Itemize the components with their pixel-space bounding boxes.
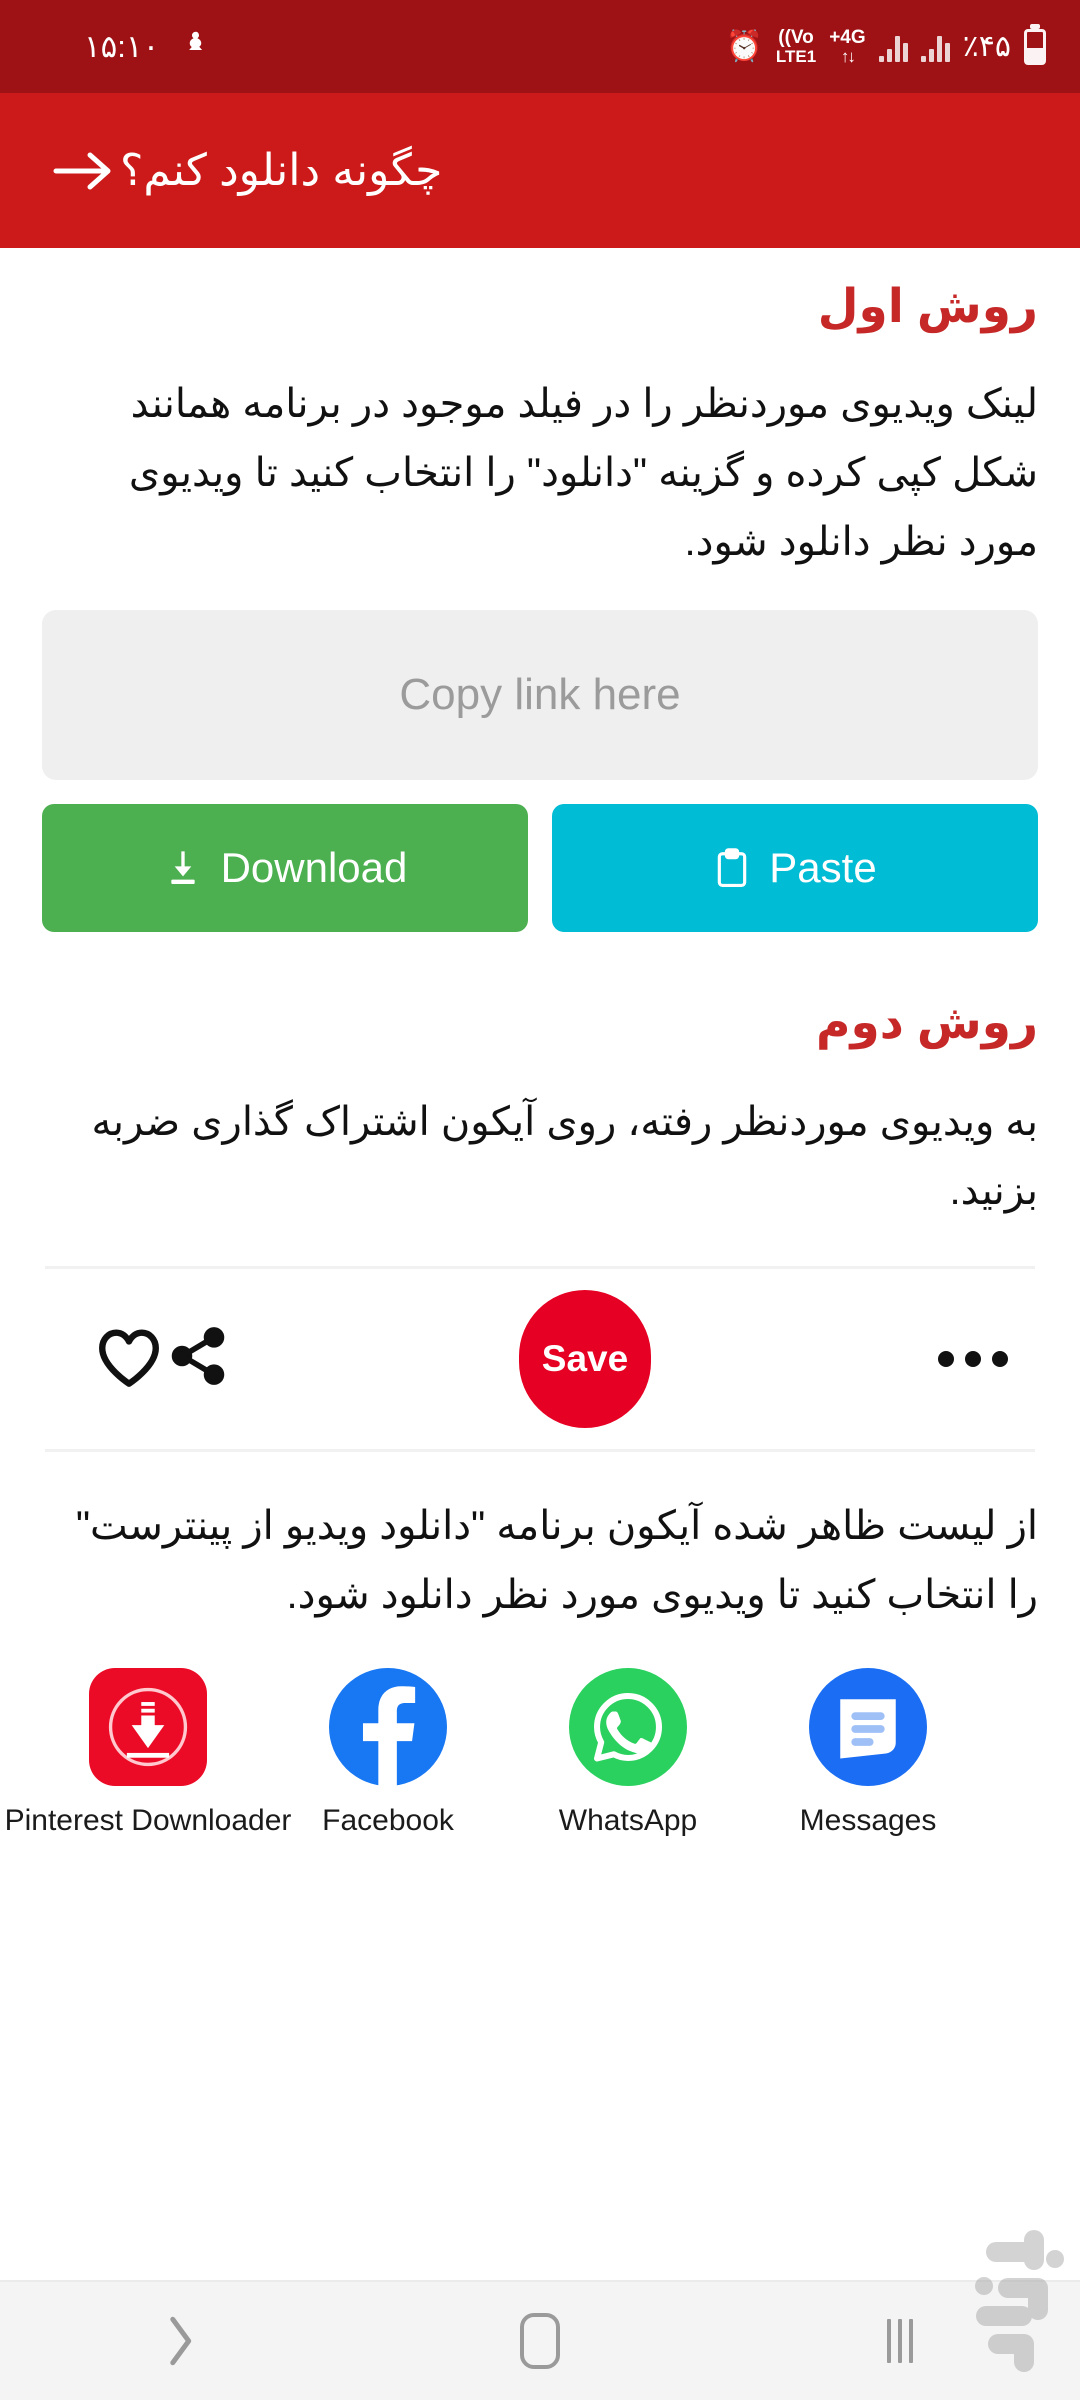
- heart-outline-icon[interactable]: [94, 1324, 164, 1393]
- method-one-title: روش اول: [817, 279, 1038, 332]
- data-transfer-arrows-icon: ↓↑: [840, 46, 856, 66]
- method-two-body: به ویدیوی موردنظر رفته، روی آیکون اشتراک…: [91, 1100, 1038, 1214]
- recents-icon[interactable]: [825, 2281, 975, 2400]
- more-horizontal-icon[interactable]: [938, 1350, 1008, 1367]
- signal-bars-sim2-icon: [878, 32, 908, 62]
- network-type-label: 4G+: [829, 26, 866, 48]
- app-bar: چگونه دانلود کنم؟: [0, 93, 1080, 248]
- clock-label: ۱۵:۱۰: [84, 28, 160, 64]
- paste-button-label: Paste: [769, 844, 877, 892]
- status-bar-right: ۱۵:۱۰: [34, 28, 211, 65]
- share-app-whatsapp[interactable]: WhatsApp: [508, 1666, 748, 1838]
- share-app-label: WhatsApp: [558, 1803, 698, 1837]
- facebook-icon: [327, 1666, 449, 1788]
- alarm-clock-icon: ⏰: [725, 29, 763, 63]
- vibrate-icon: [181, 28, 211, 65]
- share-app-label: Pinterest Downloader: [4, 1803, 292, 1837]
- signal-bars-sim1-icon: [920, 32, 950, 62]
- paste-button[interactable]: Paste: [552, 804, 1038, 933]
- whatsapp-icon: [567, 1666, 689, 1788]
- arrow-right-icon[interactable]: [46, 134, 120, 208]
- action-button-row: Download Paste: [42, 804, 1038, 933]
- download-button[interactable]: Download: [42, 804, 528, 933]
- method-two-title: روش دوم: [816, 995, 1038, 1049]
- share-sheet-app-row: Pinterest Downloader Facebook WhatsApp M…: [0, 1666, 1080, 1838]
- link-input-field[interactable]: Copy link here: [42, 610, 1038, 781]
- clipboard-icon: [718, 848, 747, 888]
- share-app-messages[interactable]: Messages: [748, 1666, 988, 1838]
- pinterest-downloader-icon: [87, 1666, 209, 1788]
- status-bar-left: ٪۴۵ 4G+ ↓↑ Vo)) LTE1 ⏰: [725, 26, 1046, 66]
- page-title: چگونه دانلود کنم؟: [120, 146, 443, 195]
- save-button[interactable]: Save: [519, 1289, 651, 1428]
- status-bar: ٪۴۵ 4G+ ↓↑ Vo)) LTE1 ⏰ ۱۵:۱۰: [0, 0, 1080, 93]
- method-two-body-2: از لیست ظاهر شده آیکون برنامه "دانلود وی…: [75, 1503, 1038, 1617]
- share-app-label: Facebook: [322, 1803, 454, 1837]
- share-node-icon[interactable]: [164, 1324, 232, 1393]
- method-one-body: لینک ویدیوی موردنظر را در فیلد موجود در …: [128, 382, 1038, 564]
- share-app-label: Messages: [799, 1803, 937, 1837]
- home-icon[interactable]: [465, 2281, 615, 2400]
- nav-back-icon[interactable]: [105, 2281, 255, 2400]
- system-navigation-bar: [0, 2280, 1080, 2400]
- volte-indicator: Vo)) LTE1: [775, 26, 817, 66]
- volte-label: Vo)): [778, 26, 814, 48]
- content-scroll-area: روش اول لینک ویدیوی موردنظر را در فیلد م…: [0, 248, 1080, 2280]
- phone-screen: ٪۴۵ 4G+ ↓↑ Vo)) LTE1 ⏰ ۱۵:۱۰ چگونه دانلو…: [0, 0, 1080, 2400]
- link-input-placeholder: Copy link here: [399, 670, 681, 720]
- network-type-indicator: 4G+ ↓↑: [829, 26, 866, 66]
- battery-icon: [1024, 28, 1046, 65]
- save-button-wrapper: Save: [232, 1289, 938, 1428]
- battery-percent-label: ٪۴۵: [962, 30, 1011, 63]
- share-app-pinterest-downloader[interactable]: Pinterest Downloader: [5, 1666, 291, 1838]
- download-arrow-icon: [170, 851, 195, 885]
- pinterest-action-strip: Save: [0, 1265, 1080, 1452]
- download-button-label: Download: [220, 844, 408, 892]
- messages-icon: [807, 1666, 929, 1788]
- share-app-facebook[interactable]: Facebook: [268, 1666, 508, 1838]
- lte-label: LTE1: [775, 46, 817, 66]
